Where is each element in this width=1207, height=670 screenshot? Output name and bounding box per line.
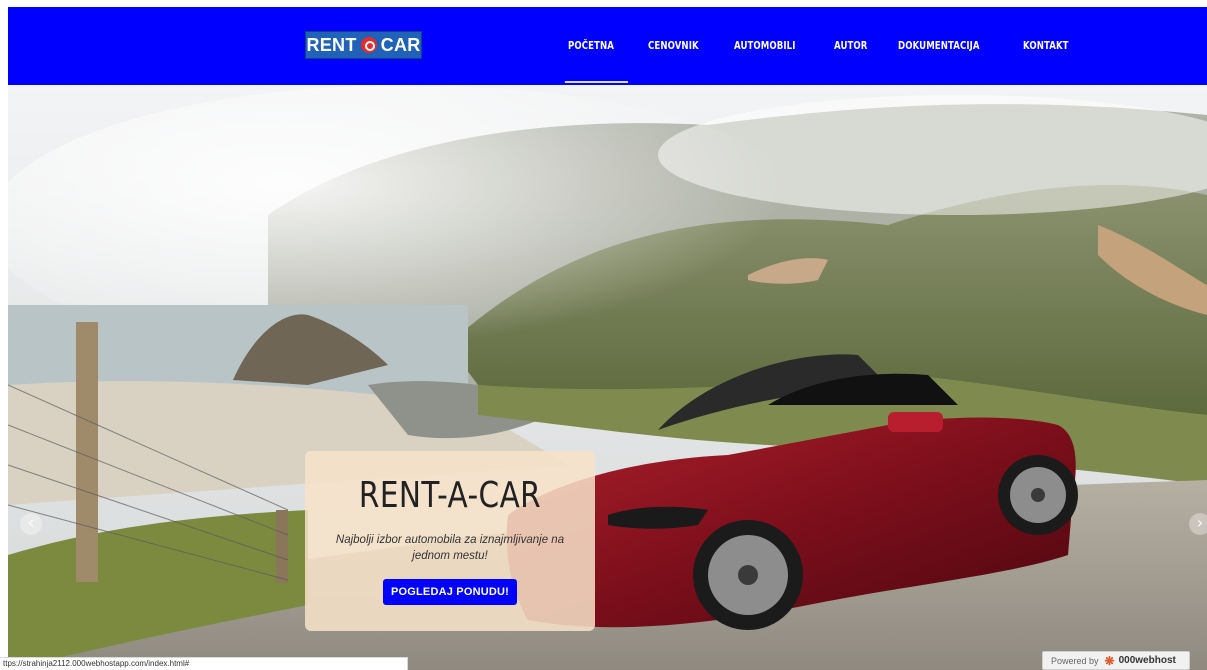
nav-item-autor[interactable]: AUTOR bbox=[834, 7, 867, 85]
nav-item-automobili[interactable]: AUTOMOBILI bbox=[734, 7, 795, 85]
navbar: RENT CAR POČETNA CENOVNIK AUTOMOBILI AUT… bbox=[8, 7, 1207, 85]
nav-item-cenovnik[interactable]: CENOVNIK bbox=[648, 7, 699, 85]
webhost-logo-icon: ❋ bbox=[1104, 653, 1115, 668]
webhost-name: 000webhost bbox=[1118, 655, 1176, 666]
powered-by-badge[interactable]: Powered by ❋ 000webhost bbox=[1042, 651, 1190, 670]
nav-item-pocetna[interactable]: POČETNA bbox=[564, 7, 628, 85]
hero-title: RENT-A-CAR bbox=[358, 475, 542, 516]
nav-item-kontakt[interactable]: KONTAKT bbox=[1023, 7, 1069, 85]
carousel-next-button[interactable]: › bbox=[1189, 513, 1207, 535]
browser-status-url: ttps://strahinja2112.000webhostapp.com/i… bbox=[0, 657, 408, 670]
top-strip bbox=[0, 0, 1207, 7]
hero-carousel: ‹ › bbox=[8, 85, 1207, 670]
nav-item-dokumentacija[interactable]: DOKUMENTACIJA bbox=[898, 7, 980, 85]
carousel-prev-button[interactable]: ‹ bbox=[20, 513, 42, 535]
hero-background-image bbox=[8, 85, 1207, 670]
hero-tagline: Najbolji izbor automobila za iznajmljiva… bbox=[335, 534, 565, 562]
view-offer-button[interactable]: POGLEDAJ PONUDU! bbox=[382, 579, 518, 605]
main-nav: POČETNA CENOVNIK AUTOMOBILI AUTOR DOKUME… bbox=[564, 7, 1103, 85]
logo-text-right: CAR bbox=[380, 34, 421, 55]
powered-by-label: Powered by bbox=[1051, 655, 1099, 666]
logo-text-left: RENT bbox=[306, 34, 357, 55]
location-pin-icon bbox=[360, 37, 377, 53]
rent-a-car-logo[interactable]: RENT CAR bbox=[305, 31, 422, 59]
hero-caption-box: RENT-A-CAR Najbolji izbor automobila za … bbox=[305, 451, 595, 631]
